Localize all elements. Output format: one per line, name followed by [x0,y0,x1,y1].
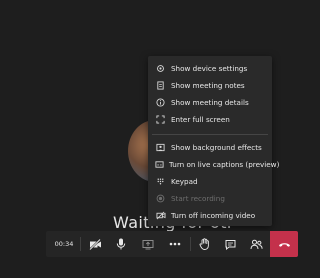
menu-divider [152,134,268,135]
menu-item-start-recording: Start recording [148,190,272,206]
notes-icon [155,80,166,91]
video-off-icon [155,210,166,221]
camera-toggle-button[interactable] [83,231,107,257]
background-effects-icon [155,142,166,153]
meeting-window: Waiting for others to join... Show devic… [0,0,317,278]
more-options-icon [169,242,181,246]
gear-icon [155,63,166,74]
menu-item-incoming-video[interactable]: Turn off incoming video [148,207,272,223]
toolbar-divider [80,237,81,251]
more-options-button[interactable] [163,231,187,257]
microphone-button[interactable] [109,231,133,257]
menu-item-meeting-notes[interactable]: Show meeting notes [148,77,272,93]
record-icon [155,193,166,204]
menu-item-meeting-details[interactable]: Show meeting details [148,94,272,110]
menu-item-live-captions[interactable]: Turn on live captions (preview) [148,156,279,172]
hang-up-button[interactable] [270,231,298,257]
share-screen-icon [142,239,154,250]
fullscreen-icon [155,114,166,125]
share-screen-button[interactable] [136,231,160,257]
keypad-icon [155,176,166,187]
participants-icon [250,239,263,250]
raise-hand-button[interactable] [192,231,216,257]
toolbar-divider [190,237,191,251]
info-icon [155,97,166,108]
menu-item-device-settings[interactable]: Show device settings [148,60,272,76]
raise-hand-icon [198,238,210,250]
chat-button[interactable] [218,231,242,257]
more-actions-menu: Show device settings Show meeting notes … [148,56,279,226]
microphone-icon [116,238,126,250]
hang-up-icon [278,241,291,248]
call-timer: 00:34 [54,240,74,248]
menu-item-keypad[interactable]: Keypad [148,173,272,189]
menu-item-background-effects[interactable]: Show background effects [148,139,272,155]
meeting-toolbar: 00:34 [46,231,298,257]
camera-off-icon [88,238,102,250]
participants-button[interactable] [244,231,268,257]
chat-icon [225,239,236,250]
captions-icon [155,159,164,170]
menu-item-full-screen[interactable]: Enter full screen [148,111,272,127]
